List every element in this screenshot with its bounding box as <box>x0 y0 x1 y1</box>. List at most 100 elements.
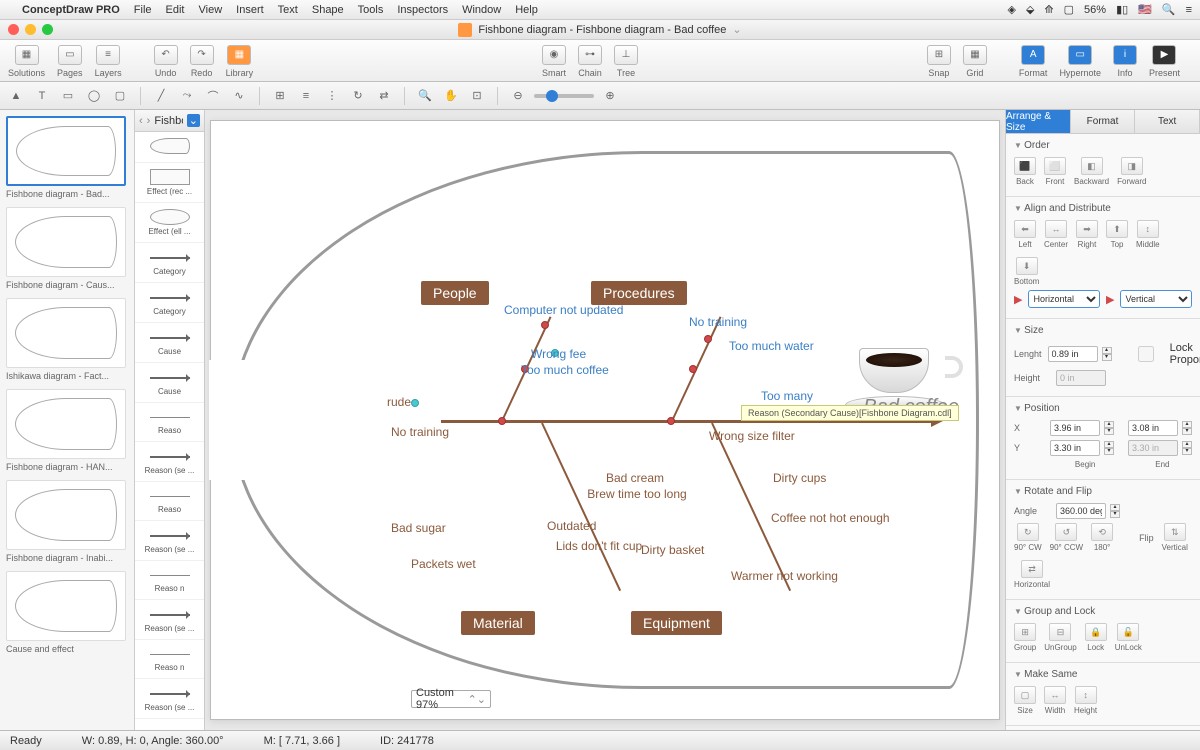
height-input[interactable] <box>1056 370 1106 386</box>
thumbnail[interactable]: Fishbone diagram - Inabi... <box>6 480 126 563</box>
arc-tool[interactable]: ⌒ <box>203 86 223 106</box>
category-people[interactable]: People <box>421 281 489 305</box>
display-icon[interactable]: ▢ <box>1064 3 1074 16</box>
connector-tool[interactable]: ⤳ <box>177 86 197 106</box>
document-title[interactable]: Fishbone diagram - Fishbone diagram - Ba… <box>478 24 726 36</box>
angle-input[interactable] <box>1056 503 1106 519</box>
zoom-slider[interactable] <box>546 90 558 102</box>
stencil-item[interactable]: Reaso <box>135 482 204 521</box>
cause-label[interactable]: No training <box>689 315 747 329</box>
zoom-control[interactable]: Custom 97%⌃⌄ <box>411 690 491 708</box>
bezier-tool[interactable]: ∿ <box>229 86 249 106</box>
ungroup-button[interactable]: ⊟UnGroup <box>1044 623 1076 652</box>
unlock-button[interactable]: 🔓UnLock <box>1115 623 1142 652</box>
chain-button[interactable]: ⊶ <box>578 45 602 65</box>
menu-inspectors[interactable]: Inspectors <box>397 4 448 16</box>
cause-label[interactable]: rude <box>387 395 411 409</box>
stencil-item[interactable]: Reason (se ... <box>135 600 204 640</box>
text-tool[interactable]: T <box>32 86 52 106</box>
cause-label[interactable]: Dirty basket <box>641 543 704 557</box>
stencil-item[interactable]: Effect (rec ... <box>135 163 204 203</box>
menu-window[interactable]: Window <box>462 4 501 16</box>
hypernote-button[interactable]: ▭ <box>1068 45 1092 65</box>
solutions-button[interactable]: ▦ <box>15 45 39 65</box>
redo-button[interactable]: ↷ <box>190 45 214 65</box>
cause-label[interactable]: Too much water <box>729 339 799 353</box>
order-front-button[interactable]: ⬜Front <box>1044 157 1066 186</box>
ellipse-tool[interactable]: ◯ <box>84 86 104 106</box>
rotate-cw-button[interactable]: ↻90° CW <box>1014 523 1042 552</box>
stencil-item[interactable]: Category <box>135 283 204 323</box>
zoom-out-tool[interactable]: 🔍 <box>415 86 435 106</box>
close-button[interactable] <box>8 24 19 35</box>
y-begin-input[interactable] <box>1050 440 1100 456</box>
rotate-180-button[interactable]: ⟲180° <box>1091 523 1113 552</box>
section-same[interactable]: Make Same <box>1014 669 1192 680</box>
stencil-item[interactable]: Tex t <box>135 719 204 730</box>
tab-format[interactable]: Format <box>1071 110 1136 133</box>
present-button[interactable]: ▶ <box>1152 45 1176 65</box>
stencil-item[interactable]: Reason (se ... <box>135 679 204 719</box>
group-tool[interactable]: ⊞ <box>270 86 290 106</box>
dropdown-icon[interactable]: ⌄ <box>732 23 741 36</box>
section-align[interactable]: Align and Distribute <box>1014 203 1192 214</box>
stencil-item[interactable]: Cause <box>135 363 204 403</box>
minimize-button[interactable] <box>25 24 36 35</box>
cause-label[interactable]: Too many <box>761 389 813 403</box>
menu-extra-icon[interactable]: ≡ <box>1186 4 1192 16</box>
distribute-tool[interactable]: ⋮ <box>322 86 342 106</box>
cause-label[interactable]: Outdated <box>547 519 596 533</box>
drawing-canvas[interactable]: People Procedures Material Equipment rud… <box>210 120 1000 720</box>
canvas-area[interactable]: People Procedures Material Equipment rud… <box>205 110 1005 730</box>
zoom-plus[interactable]: ⊕ <box>600 86 620 106</box>
layers-button[interactable]: ≡ <box>96 45 120 65</box>
format-button[interactable]: A <box>1021 45 1045 65</box>
order-backward-button[interactable]: ◧Backward <box>1074 157 1109 186</box>
stencil-item[interactable]: Category <box>135 243 204 283</box>
section-order[interactable]: Order <box>1014 140 1192 151</box>
zoom-button[interactable] <box>42 24 53 35</box>
menu-text[interactable]: Text <box>278 4 298 16</box>
undo-button[interactable]: ↶ <box>154 45 178 65</box>
align-left-button[interactable]: ⬅Left <box>1014 220 1036 249</box>
cause-label[interactable]: Wrong size filter <box>709 429 795 443</box>
thumbnail[interactable]: Ishikawa diagram - Fact... <box>6 298 126 381</box>
thumbnail[interactable]: Fishbone diagram - Bad... <box>6 116 126 199</box>
stencil-item[interactable]: Reason (se ... <box>135 442 204 482</box>
crop-tool[interactable]: ⊡ <box>467 86 487 106</box>
section-position[interactable]: Position <box>1014 403 1192 414</box>
sync-icon[interactable]: ◈ <box>1007 3 1015 16</box>
align-bottom-button[interactable]: ⬇Bottom <box>1014 257 1039 286</box>
spotlight-icon[interactable]: 🔍 <box>1162 3 1176 16</box>
x-begin-input[interactable] <box>1050 420 1100 436</box>
stencil-item[interactable]: Reaso n <box>135 640 204 679</box>
distribute-h-select[interactable]: Horizontal <box>1028 290 1100 308</box>
cause-label[interactable]: Lids don't fit cup <box>549 539 649 553</box>
align-middle-button[interactable]: ↕Middle <box>1136 220 1160 249</box>
rotate-tool[interactable]: ↻ <box>348 86 368 106</box>
align-tool[interactable]: ≡ <box>296 86 316 106</box>
stencil-dropdown-icon[interactable]: ⌄ <box>187 114 200 127</box>
category-material[interactable]: Material <box>461 611 535 635</box>
cause-label[interactable]: No training <box>391 425 449 439</box>
cause-label[interactable]: Brew time too long <box>587 487 687 501</box>
app-name[interactable]: ConceptDraw PRO <box>22 4 120 16</box>
library-button[interactable]: ▦ <box>227 45 251 65</box>
lock-proportions-checkbox[interactable] <box>1126 346 1166 362</box>
pointer-tool[interactable]: ▲ <box>6 86 26 106</box>
cause-label[interactable]: Dirty cups <box>773 471 826 485</box>
stencil-title[interactable]: Fishbo... <box>154 115 182 127</box>
stencil-item[interactable]: Effect (ell ... <box>135 203 204 243</box>
cause-label[interactable]: Wrong fee <box>531 347 586 361</box>
stencil-item[interactable]: Reaso <box>135 403 204 442</box>
same-width-button[interactable]: ↔Width <box>1044 686 1066 715</box>
cause-label[interactable]: Too much coffee <box>521 363 591 377</box>
snap-button[interactable]: ⊞ <box>927 45 951 65</box>
flip-h-button[interactable]: ⇄Horizontal <box>1014 560 1050 589</box>
cause-label[interactable]: Bad cream <box>606 471 664 485</box>
info-button[interactable]: i <box>1113 45 1137 65</box>
section-rotate[interactable]: Rotate and Flip <box>1014 486 1192 497</box>
dropbox-icon[interactable]: ⬙ <box>1026 3 1034 16</box>
cause-label[interactable]: Coffee not hot enough <box>771 511 851 525</box>
rotate-ccw-button[interactable]: ↺90° CCW <box>1050 523 1083 552</box>
